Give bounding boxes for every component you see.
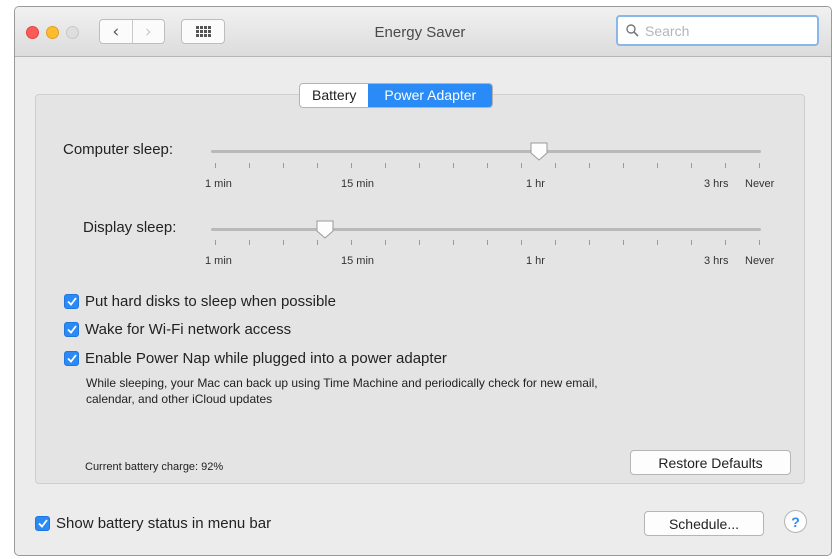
slider-tick <box>283 240 284 245</box>
slider-tick <box>589 240 590 245</box>
close-button[interactable] <box>26 26 39 39</box>
slider-tick <box>215 240 216 245</box>
slider-tick <box>385 240 386 245</box>
slider-tick <box>759 163 760 168</box>
slider-tick <box>351 240 352 245</box>
battery-charge-text: Current battery charge: 92% <box>85 461 224 473</box>
slider-tick <box>453 240 454 245</box>
show-battery-status-checkbox[interactable] <box>35 516 50 531</box>
search-icon <box>626 24 639 37</box>
tick-label: Never <box>745 255 775 267</box>
zoom-button[interactable] <box>66 26 79 39</box>
power-nap-checkbox[interactable] <box>64 351 79 366</box>
slider-tick <box>521 163 522 168</box>
slider-tick <box>419 163 420 168</box>
show-all-button[interactable] <box>181 19 225 44</box>
slider-tick <box>725 240 726 245</box>
slider-tick <box>589 163 590 168</box>
tick-label: 3 hrs <box>704 178 729 190</box>
tab-battery[interactable]: Battery <box>300 84 368 107</box>
display-sleep-thumb[interactable] <box>315 220 335 239</box>
computer-sleep-thumb[interactable] <box>529 142 549 161</box>
slider-tick <box>657 240 658 245</box>
tick-label: 1 hr <box>526 178 545 190</box>
display-sleep-label: Display sleep: <box>83 219 177 236</box>
power-nap-label: Enable Power Nap while plugged into a po… <box>85 350 447 367</box>
display-sleep-track[interactable] <box>211 228 761 231</box>
slider-tick <box>419 240 420 245</box>
computer-sleep-label: Computer sleep: <box>63 141 174 158</box>
checkmark-icon <box>66 354 77 363</box>
back-button[interactable]: ‹ <box>100 20 132 43</box>
slider-tick <box>283 163 284 168</box>
slider-tick <box>555 240 556 245</box>
show-battery-status-label: Show battery status in menu bar <box>56 515 272 532</box>
slider-tick <box>487 240 488 245</box>
slider-tick <box>317 163 318 168</box>
power-nap-description-line2: calendar, and other iCloud updates <box>86 392 273 406</box>
checkmark-icon <box>66 325 77 334</box>
tick-label: 1 hr <box>526 255 545 267</box>
forward-button[interactable]: › <box>131 20 165 43</box>
slider-tick <box>249 240 250 245</box>
computer-sleep-track[interactable] <box>211 150 761 153</box>
slider-tick <box>623 240 624 245</box>
tick-label: Never <box>745 178 775 190</box>
back-chevron-icon: ‹ <box>112 21 120 42</box>
slider-tick <box>759 240 760 245</box>
slider-tick <box>487 163 488 168</box>
schedule-button[interactable]: Schedule... <box>644 511 764 536</box>
minimize-button[interactable] <box>46 26 59 39</box>
navigation-buttons: ‹ › <box>99 19 165 44</box>
slider-tick <box>725 163 726 168</box>
tick-label: 15 min <box>341 255 375 267</box>
slider-tick <box>691 163 692 168</box>
tab-segmented-control: Battery Power Adapter <box>299 83 494 108</box>
slider-tick <box>249 163 250 168</box>
tick-label: 1 min <box>205 255 232 267</box>
power-nap-option[interactable]: Enable Power Nap while plugged into a po… <box>64 350 447 367</box>
tab-power-adapter[interactable]: Power Adapter <box>368 84 493 107</box>
power-nap-description-line1: While sleeping, your Mac can back up usi… <box>86 376 598 390</box>
slider-tick <box>453 163 454 168</box>
tick-label: 15 min <box>341 178 375 190</box>
tick-label: 1 min <box>205 178 232 190</box>
search-field[interactable] <box>616 15 819 46</box>
restore-defaults-button[interactable]: Restore Defaults <box>630 450 791 475</box>
hard-disk-sleep-checkbox[interactable] <box>64 294 79 309</box>
forward-chevron-icon: › <box>144 21 152 42</box>
slider-tick <box>215 163 216 168</box>
help-button[interactable]: ? <box>784 510 807 533</box>
checkmark-icon <box>66 297 77 306</box>
slider-tick <box>317 240 318 245</box>
slider-tick <box>521 240 522 245</box>
energy-saver-window: ‹ › Energy Saver Battery Power Adapter C… <box>14 6 832 556</box>
window-title: Energy Saver <box>374 24 466 41</box>
slider-tick <box>555 163 556 168</box>
title-bar: ‹ › Energy Saver <box>15 7 831 57</box>
slider-tick <box>385 163 386 168</box>
slider-tick <box>657 163 658 168</box>
search-input[interactable] <box>645 22 805 39</box>
grid-icon <box>195 26 211 37</box>
hard-disk-sleep-label: Put hard disks to sleep when possible <box>85 293 336 310</box>
tick-label: 3 hrs <box>704 255 729 267</box>
wake-wifi-checkbox[interactable] <box>64 322 79 337</box>
hard-disk-sleep-option[interactable]: Put hard disks to sleep when possible <box>64 293 336 310</box>
show-battery-status-option[interactable]: Show battery status in menu bar <box>35 515 271 532</box>
checkmark-icon <box>37 519 48 528</box>
slider-tick <box>623 163 624 168</box>
slider-tick <box>351 163 352 168</box>
wake-wifi-label: Wake for Wi-Fi network access <box>85 321 292 338</box>
wake-wifi-option[interactable]: Wake for Wi-Fi network access <box>64 321 291 338</box>
slider-tick <box>691 240 692 245</box>
